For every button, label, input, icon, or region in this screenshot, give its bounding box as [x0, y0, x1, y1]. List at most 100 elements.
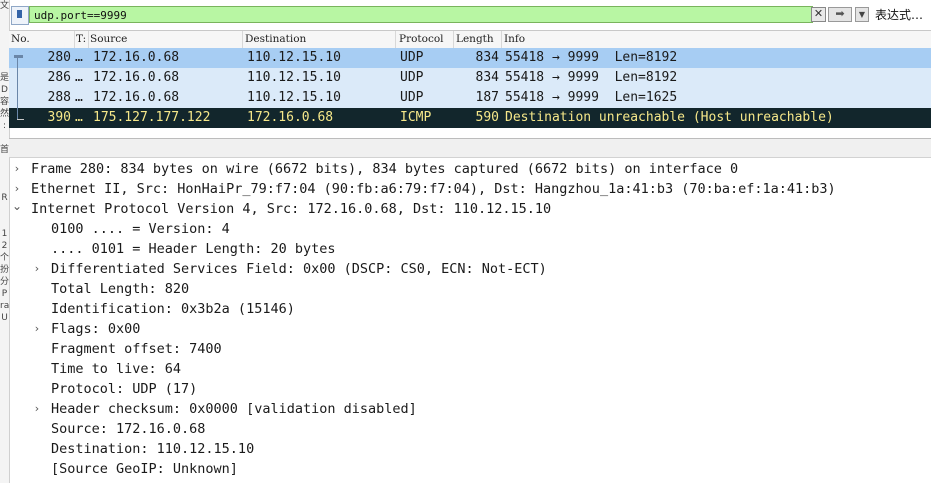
conversation-end-marker — [17, 119, 24, 120]
detail-text: .... 0101 = Header Length: 20 bytes — [51, 241, 336, 257]
packet-destination: 172.16.0.68 — [247, 110, 334, 125]
left-edge-char: U — [1, 313, 8, 323]
left-edge-char — [0, 216, 9, 228]
packet-destination: 110.12.15.10 — [247, 90, 341, 105]
packet-source: 175.127.177.122 — [93, 110, 211, 125]
packet-time: … — [75, 70, 83, 85]
chevron-right-icon[interactable]: › — [32, 319, 42, 339]
column-header-destination[interactable]: Destination — [243, 31, 396, 48]
chevron-right-icon[interactable]: › — [12, 159, 22, 179]
apply-filter-button[interactable]: ➡ — [828, 7, 852, 22]
packet-row[interactable]: 286 … 172.16.0.68 110.12.15.10 UDP 834 55418 →… — [9, 68, 931, 88]
detail-text: Fragment offset: 7400 — [51, 341, 222, 357]
detail-text: Destination: 110.12.15.10 — [51, 441, 255, 457]
detail-text: Flags: 0x00 — [51, 321, 141, 337]
detail-tree-item[interactable]: › Differentiated Services Field: 0x00 (DS… — [9, 259, 931, 279]
left-edge-char — [0, 24, 9, 36]
packet-time: … — [75, 110, 83, 125]
packet-info: 55418 → 9999 Len=8192 — [505, 50, 678, 65]
left-edge-char — [0, 168, 9, 180]
left-edge-char — [0, 180, 9, 192]
detail-text: [Source GeoIP: Unknown] — [51, 461, 238, 477]
left-edge-char — [0, 336, 9, 348]
detail-tree-item[interactable]: .... 0101 = Header Length: 20 bytes — [9, 239, 931, 259]
detail-tree-item[interactable]: › Flags: 0x00 — [9, 319, 931, 339]
packet-time: … — [75, 50, 83, 65]
left-edge-char — [0, 36, 9, 48]
detail-text: Differentiated Services Field: 0x00 (DSC… — [51, 261, 547, 277]
column-header-info[interactable]: Info — [502, 31, 525, 48]
bookmark-icon[interactable] — [11, 6, 29, 25]
detail-tree-item[interactable]: 0100 .... = Version: 4 — [9, 219, 931, 239]
packet-length: 187 — [475, 90, 499, 105]
detail-tree-item[interactable]: Protocol: UDP (17) — [9, 379, 931, 399]
packet-no: 286 — [47, 70, 71, 85]
packet-length: 834 — [475, 70, 499, 85]
column-header-length[interactable]: Length — [454, 31, 502, 48]
detail-tree-item[interactable]: ⌄ Internet Protocol Version 4, Src: 172.1… — [9, 199, 931, 219]
left-edge-char — [0, 324, 9, 336]
packet-source: 172.16.0.68 — [93, 90, 180, 105]
detail-text: Header checksum: 0x0000 [validation disa… — [51, 401, 417, 417]
packet-list-header: No. T: Source Destination Protocol Lengt… — [9, 30, 931, 49]
detail-text: Internet Protocol Version 4, Src: 172.16… — [31, 201, 552, 217]
left-edge-char — [0, 60, 9, 72]
packet-length: 834 — [475, 50, 499, 65]
column-header-no[interactable]: No. — [9, 31, 75, 48]
expression-button[interactable]: 表达式… — [875, 6, 923, 24]
pane-splitter[interactable] — [9, 138, 931, 158]
left-edge-char: P — [1, 289, 8, 299]
left-edge-char: D — [1, 85, 8, 95]
detail-tree-item[interactable]: › Frame 280: 834 bytes on wire (6672 bits… — [9, 159, 931, 179]
left-edge-char: 1 — [1, 229, 8, 239]
left-edge-char: 分 — [0, 277, 10, 287]
left-edge-char: ra — [0, 301, 10, 311]
detail-text: Time to live: 64 — [51, 361, 182, 377]
column-header-source[interactable]: Source — [88, 31, 243, 48]
detail-tree-item[interactable]: [Source GeoIP: Unknown] — [9, 459, 931, 479]
chevron-right-icon[interactable]: › — [12, 179, 22, 199]
packet-row[interactable]: 280 … 172.16.0.68 110.12.15.10 UDP 834 55418 →… — [9, 48, 931, 68]
packet-no: 390 — [47, 110, 71, 125]
left-edge-char — [0, 132, 9, 144]
detail-tree-item[interactable]: Source: 172.16.0.68 — [9, 419, 931, 439]
left-edge-char: 然 — [0, 109, 10, 119]
detail-tree-item[interactable]: Identification: 0x3b2a (15146) — [9, 299, 931, 319]
column-header-time[interactable]: T: — [74, 31, 89, 48]
detail-tree-item[interactable]: › Ethernet II, Src: HonHaiPr_79:f7:04 (90… — [9, 179, 931, 199]
detail-text: Frame 280: 834 bytes on wire (6672 bits)… — [31, 161, 739, 177]
detail-tree-item[interactable]: › Header checksum: 0x0000 [validation dis… — [9, 399, 931, 419]
left-edge-char: : — [2, 121, 7, 131]
packet-row[interactable]: 390 … 175.127.177.122 172.16.0.68 ICMP 590 Des… — [9, 108, 931, 128]
conversation-line — [17, 58, 18, 120]
left-edge-char: 扮 — [0, 265, 10, 275]
conversation-start-marker — [14, 55, 23, 58]
packet-row[interactable]: 288 … 172.16.0.68 110.12.15.10 UDP 187 55418 →… — [9, 88, 931, 108]
display-filter-toolbar: udp.port==9999 ✕ ➡ ▼ 表达式… — [9, 4, 931, 26]
packet-protocol: UDP — [400, 70, 424, 85]
recent-filters-dropdown[interactable]: ▼ — [855, 7, 869, 22]
detail-tree-item[interactable]: Fragment offset: 7400 — [9, 339, 931, 359]
left-edge-char — [0, 12, 9, 24]
packet-source: 172.16.0.68 — [93, 70, 180, 85]
detail-text: Identification: 0x3b2a (15146) — [51, 301, 295, 317]
left-edge-char — [0, 156, 9, 168]
left-edge-char: 是 — [0, 73, 10, 83]
detail-tree-item[interactable]: Destination: 110.12.15.10 — [9, 439, 931, 459]
clear-filter-button[interactable]: ✕ — [811, 7, 826, 22]
packet-info: 55418 → 9999 Len=8192 — [505, 70, 678, 85]
column-header-protocol[interactable]: Protocol — [397, 31, 454, 48]
detail-tree-item[interactable]: Total Length: 820 — [9, 279, 931, 299]
packet-info: 55418 → 9999 Len=1625 — [505, 90, 678, 105]
display-filter-input[interactable]: udp.port==9999 — [29, 6, 813, 23]
chevron-down-icon[interactable]: ⌄ — [12, 199, 22, 213]
detail-text: Source: 172.16.0.68 — [51, 421, 206, 437]
left-edge-char: 个 — [0, 253, 10, 263]
chevron-right-icon[interactable]: › — [32, 399, 42, 419]
packet-source: 172.16.0.68 — [93, 50, 180, 65]
left-edge-char: R — [1, 193, 8, 203]
left-edge-char — [0, 48, 9, 60]
detail-tree-item[interactable]: Time to live: 64 — [9, 359, 931, 379]
chevron-right-icon[interactable]: › — [32, 259, 42, 279]
left-edge-char: 文 — [0, 1, 10, 11]
